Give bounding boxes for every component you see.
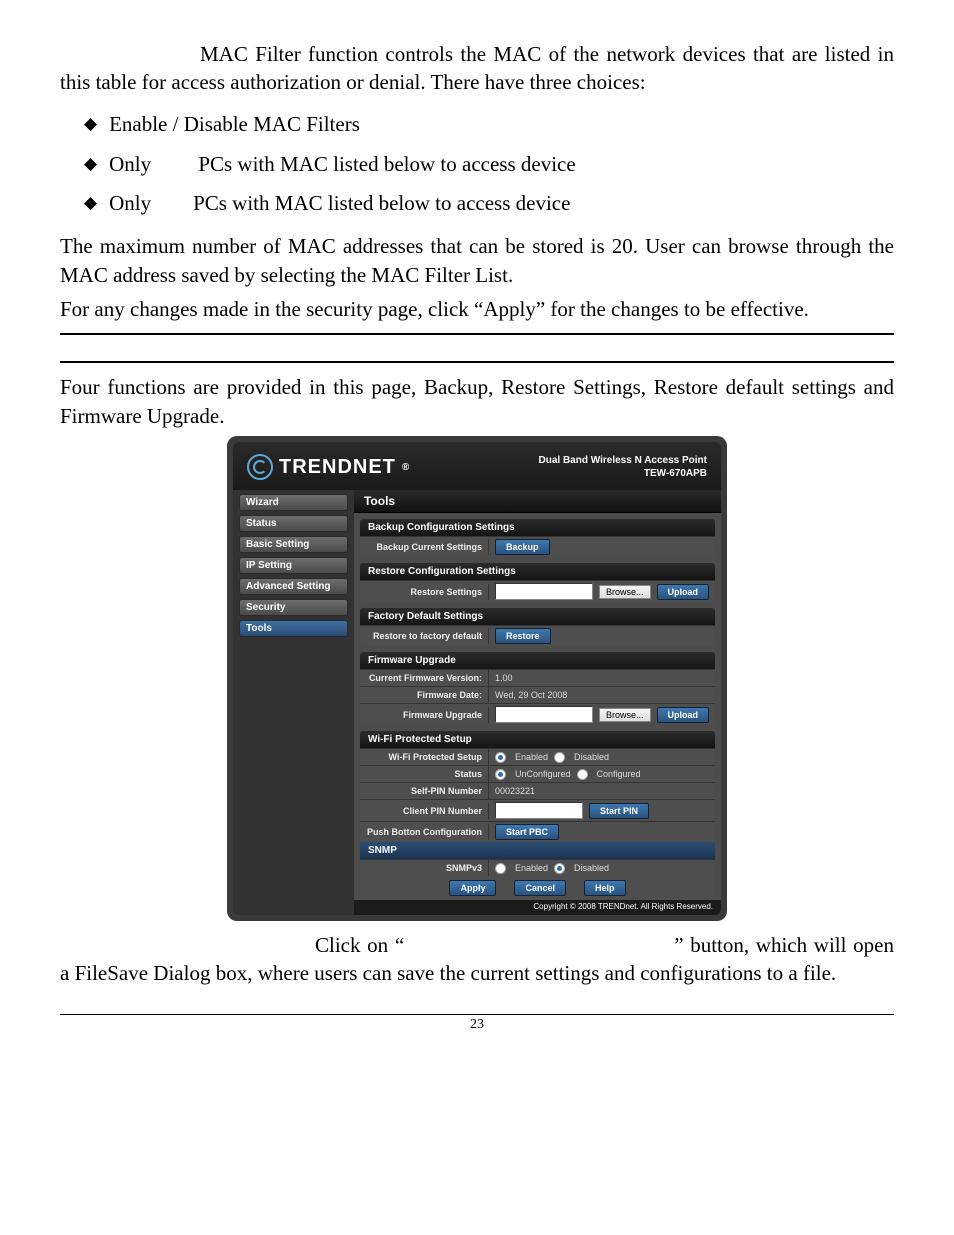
nav-security[interactable]: Security (239, 599, 348, 616)
wps-clientpin-input[interactable] (495, 802, 583, 819)
snmp-header: SNMP (360, 842, 715, 859)
wps-enabled-radio[interactable] (495, 752, 506, 763)
router-ui: TRENDNET® Dual Band Wireless N Access Po… (227, 436, 727, 921)
wps-disabled-radio[interactable] (554, 752, 565, 763)
sidebar: Wizard Status Basic Setting IP Setting A… (233, 490, 354, 915)
nav-advanced-setting[interactable]: Advanced Setting (239, 578, 348, 595)
restore-file-input[interactable] (495, 583, 593, 600)
main-panel: Tools Backup Configuration Settings Back… (354, 490, 721, 915)
factory-label: Restore to factory default (360, 628, 489, 644)
backup-header: Backup Configuration Settings (360, 519, 715, 536)
paragraph: The maximum number of MAC addresses that… (60, 232, 894, 289)
wps-startpin-button[interactable]: Start PIN (589, 803, 649, 819)
paragraph: For any changes made in the security pag… (60, 295, 894, 323)
firmware-panel: Firmware Upgrade Current Firmware Versio… (360, 652, 715, 725)
bullet: Only PCs with MAC listed below to access… (84, 184, 894, 224)
wps-header: Wi-Fi Protected Setup (360, 731, 715, 748)
wps-pbc-label: Push Botton Configuration (360, 824, 489, 840)
wps-selfpin-label: Self-PIN Number (360, 783, 489, 799)
snmp-enabled-radio[interactable] (495, 863, 506, 874)
restore-upload-button[interactable]: Upload (657, 584, 710, 600)
divider (60, 361, 894, 363)
snmp-label: SNMPv3 (360, 860, 489, 876)
wps-configured-radio[interactable] (577, 769, 588, 780)
paragraph: MAC Filter function controls the MAC of … (60, 40, 894, 97)
wps-status-label: Status (360, 766, 489, 782)
nav-ip-setting[interactable]: IP Setting (239, 557, 348, 574)
snmp-disabled-radio[interactable] (554, 863, 565, 874)
brand-logo: TRENDNET® (247, 454, 410, 480)
paragraph: Click on “” button, which will open a Fi… (60, 931, 894, 988)
swirl-icon (247, 454, 273, 480)
backup-label: Backup Current Settings (360, 539, 489, 555)
restore-header: Restore Configuration Settings (360, 563, 715, 580)
wps-clientpin-label: Client PIN Number (360, 803, 489, 819)
page-title: Tools (354, 490, 721, 513)
page-number: 23 (60, 1014, 894, 1033)
firmware-upload-button[interactable]: Upload (657, 707, 710, 723)
nav-wizard[interactable]: Wizard (239, 494, 348, 511)
nav-tools[interactable]: Tools (239, 620, 348, 637)
firmware-file-input[interactable] (495, 706, 593, 723)
help-button[interactable]: Help (584, 880, 626, 896)
firmware-version-value: 1.00 (489, 671, 715, 685)
wps-selfpin-value: 00023221 (489, 784, 715, 798)
firmware-header: Firmware Upgrade (360, 652, 715, 669)
wps-startpbc-button[interactable]: Start PBC (495, 824, 559, 840)
factory-header: Factory Default Settings (360, 608, 715, 625)
wps-unconfigured-radio[interactable] (495, 769, 506, 780)
firmware-date-label: Firmware Date: (360, 687, 489, 703)
divider (60, 333, 894, 335)
wps-panel: Wi-Fi Protected Setup Wi-Fi Protected Se… (360, 731, 715, 900)
backup-panel: Backup Configuration Settings Backup Cur… (360, 519, 715, 557)
cancel-button[interactable]: Cancel (514, 880, 566, 896)
firmware-version-label: Current Firmware Version: (360, 670, 489, 686)
restore-browse-button[interactable]: Browse... (599, 585, 651, 599)
wps-label: Wi-Fi Protected Setup (360, 749, 489, 765)
firmware-upgrade-label: Firmware Upgrade (360, 707, 489, 723)
bullet: Only PCs with MAC listed below to access… (84, 145, 894, 185)
bullet: Enable / Disable MAC Filters (84, 105, 894, 145)
factory-panel: Factory Default Settings Restore to fact… (360, 608, 715, 646)
factory-restore-button[interactable]: Restore (495, 628, 551, 644)
restore-label: Restore Settings (360, 584, 489, 600)
nav-status[interactable]: Status (239, 515, 348, 532)
product-subtitle: Dual Band Wireless N Access Point TEW-67… (539, 454, 707, 480)
firmware-browse-button[interactable]: Browse... (599, 708, 651, 722)
firmware-date-value: Wed, 29 Oct 2008 (489, 688, 715, 702)
copyright-text: Copyright © 2008 TRENDnet. All Rights Re… (354, 900, 721, 915)
apply-button[interactable]: Apply (449, 880, 496, 896)
bullet-list: Enable / Disable MAC Filters Only PCs wi… (84, 105, 894, 225)
paragraph: Four functions are provided in this page… (60, 373, 894, 430)
backup-button[interactable]: Backup (495, 539, 550, 555)
router-header: TRENDNET® Dual Band Wireless N Access Po… (233, 442, 721, 490)
nav-basic-setting[interactable]: Basic Setting (239, 536, 348, 553)
restore-panel: Restore Configuration Settings Restore S… (360, 563, 715, 602)
